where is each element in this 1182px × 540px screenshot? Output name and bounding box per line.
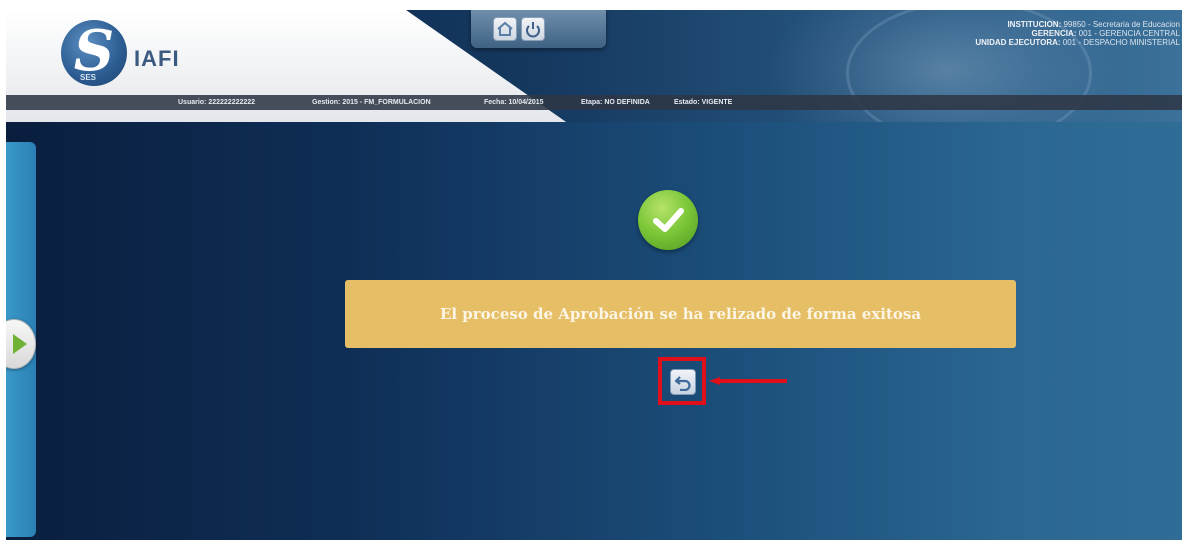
status-etapa: Etapa: NO DEFINIDA <box>581 99 650 106</box>
institution-value: 99850 - Secretaria de Educacion <box>1063 20 1180 29</box>
home-icon <box>497 21 513 36</box>
status-usuario: Usuario: 222222222222 <box>178 99 256 106</box>
top-toolbar <box>471 10 606 48</box>
back-button[interactable] <box>670 369 696 395</box>
gerencia-label: GERENCIA: <box>1031 29 1077 38</box>
status-gestion: Gestion: 2015 - FM_FORMULACION <box>312 99 431 106</box>
header: S SES IAFI INSTITUCION: 99850 - Secretar… <box>6 10 1182 122</box>
play-arrow-icon <box>13 334 27 354</box>
status-estado: Estado: VIGENTE <box>674 99 733 106</box>
logo-text: IAFI <box>134 46 180 71</box>
unidad-label: UNIDAD EJECUTORA: <box>975 38 1061 47</box>
app-window: S SES IAFI INSTITUCION: 99850 - Secretar… <box>6 10 1182 540</box>
main-content: El proceso de Aprobación se ha relizado … <box>6 122 1182 540</box>
institution-label: INSTITUCION: <box>1007 20 1062 29</box>
success-message: El proceso de Aprobación se ha relizado … <box>345 280 1016 348</box>
unidad-value: 001 - DESPACHO MINISTERIAL <box>1062 38 1180 47</box>
institution-info: INSTITUCION: 99850 - Secretaria de Educa… <box>975 20 1180 47</box>
undo-arrow-icon <box>674 376 691 391</box>
annotation-arrow-icon <box>709 377 787 385</box>
gerencia-value: 001 - GERENCIA CENTRAL <box>1078 29 1180 38</box>
status-bar: Usuario: 222222222222 Gestion: 2015 - FM… <box>6 95 1182 110</box>
power-icon <box>526 22 540 38</box>
logout-button[interactable] <box>521 17 545 41</box>
logo-subtext: SES <box>80 73 97 82</box>
status-fecha: Fecha: 10/04/2015 <box>484 99 544 106</box>
checkmark-icon <box>638 190 698 250</box>
back-button-highlight <box>658 357 706 405</box>
home-button[interactable] <box>493 17 517 41</box>
